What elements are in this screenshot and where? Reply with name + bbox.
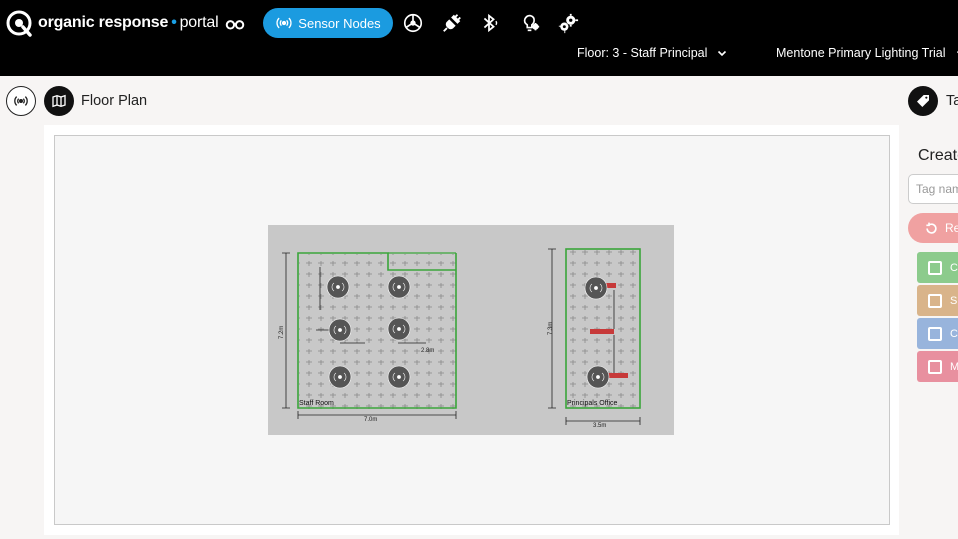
reset-tags-label: Re bbox=[945, 221, 958, 235]
map-icon bbox=[52, 94, 66, 108]
bluetooth-icon bbox=[483, 13, 498, 33]
floor-plan-view-button[interactable] bbox=[44, 86, 74, 116]
site-selector[interactable]: Mentone Primary Lighting Trial bbox=[776, 46, 958, 60]
sensor-nodes-icon bbox=[276, 17, 292, 29]
sensor-node[interactable] bbox=[586, 365, 610, 389]
reset-icon bbox=[926, 222, 937, 234]
brand-name-primary: organic response bbox=[38, 14, 169, 31]
tag-chip[interactable]: C bbox=[917, 252, 958, 283]
nav-glasses-button[interactable] bbox=[222, 10, 248, 36]
create-tag-title: Create bbox=[918, 147, 958, 164]
nav-sensor-nodes-button[interactable]: Sensor Nodes bbox=[263, 8, 393, 38]
tag-chip-label: M bbox=[950, 360, 958, 373]
staff-room-height-dimension: 7.2m bbox=[279, 326, 285, 339]
tag-chip[interactable]: S bbox=[917, 285, 958, 316]
sensor-nodes-icon bbox=[14, 96, 28, 106]
principals-office-room bbox=[548, 248, 641, 425]
brand-name: organic response • portal bbox=[38, 14, 219, 32]
tag-icon bbox=[917, 95, 929, 107]
nav-power-button[interactable] bbox=[439, 10, 465, 36]
tag-checkbox[interactable] bbox=[928, 260, 942, 275]
brand-separator: • bbox=[171, 14, 177, 31]
tags-button[interactable] bbox=[908, 86, 938, 116]
site-selector-label: Mentone Primary Lighting Trial bbox=[776, 46, 946, 60]
brand-name-secondary: portal bbox=[179, 14, 219, 31]
nav-lighting-settings-button[interactable] bbox=[517, 10, 543, 36]
brand-logo[interactable]: organic response • portal bbox=[5, 8, 219, 38]
floor-plan-drawing: 7.2m 7.0m 2.8m Staff Room 7.3m 3.5m Prin… bbox=[279, 248, 641, 429]
tags-panel-title: Ta bbox=[946, 93, 958, 109]
floor-selector[interactable]: Floor: 3 - Staff Principal bbox=[577, 46, 727, 60]
floor-selector-label: Floor: 3 - Staff Principal bbox=[577, 46, 708, 60]
sensor-node[interactable] bbox=[584, 276, 608, 300]
nav-dashboard-button[interactable] bbox=[400, 10, 426, 36]
sensor-node[interactable] bbox=[326, 275, 350, 299]
tag-chip-label: S bbox=[950, 294, 958, 307]
nav-sensor-nodes-label: Sensor Nodes bbox=[298, 15, 381, 31]
sensor-node[interactable] bbox=[328, 318, 352, 342]
reset-tags-button[interactable]: Re bbox=[908, 213, 958, 243]
light-bulb-gear-icon bbox=[523, 14, 540, 32]
gears-icon bbox=[558, 13, 579, 34]
tag-chip[interactable]: M bbox=[917, 351, 958, 382]
tag-chip-label: C bbox=[950, 261, 958, 274]
principals-office-label: Principals Office bbox=[567, 400, 618, 407]
organic-response-logo-icon bbox=[6, 10, 32, 37]
staff-room-sub-dimension: 2.8m bbox=[421, 348, 434, 354]
sensor-view-button[interactable] bbox=[6, 86, 36, 116]
tag-checkbox[interactable] bbox=[928, 293, 942, 308]
principals-office-height-dimension: 7.3m bbox=[548, 322, 554, 335]
glasses-icon bbox=[225, 20, 245, 30]
plug-icon bbox=[443, 14, 461, 32]
principals-office-width-dimension: 3.5m bbox=[593, 423, 606, 429]
chevron-down-icon bbox=[718, 50, 727, 57]
staff-room-label: Staff Room bbox=[299, 400, 334, 407]
page-title: Floor Plan bbox=[81, 93, 148, 109]
sensor-node[interactable] bbox=[387, 275, 411, 299]
sensor-node[interactable] bbox=[328, 365, 352, 389]
staff-room bbox=[282, 252, 457, 419]
dashboard-gauge-icon bbox=[403, 13, 423, 33]
tag-checkbox[interactable] bbox=[928, 359, 942, 374]
staff-room-width-dimension: 7.0m bbox=[364, 417, 377, 423]
nav-settings-button[interactable] bbox=[555, 10, 581, 36]
sensor-node[interactable] bbox=[387, 317, 411, 341]
top-navigation-bar: organic response • portal Sensor Nodes F… bbox=[0, 0, 958, 76]
tag-chip[interactable]: C bbox=[917, 318, 958, 349]
tag-chip-label: C bbox=[950, 327, 958, 340]
nav-bluetooth-button[interactable] bbox=[476, 10, 502, 36]
sensor-node[interactable] bbox=[387, 365, 411, 389]
tag-checkbox[interactable] bbox=[928, 326, 942, 341]
tag-name-input[interactable] bbox=[908, 174, 958, 204]
floor-plan-image[interactable]: 7.2m 7.0m 2.8m Staff Room 7.3m 3.5m Prin… bbox=[268, 225, 674, 435]
